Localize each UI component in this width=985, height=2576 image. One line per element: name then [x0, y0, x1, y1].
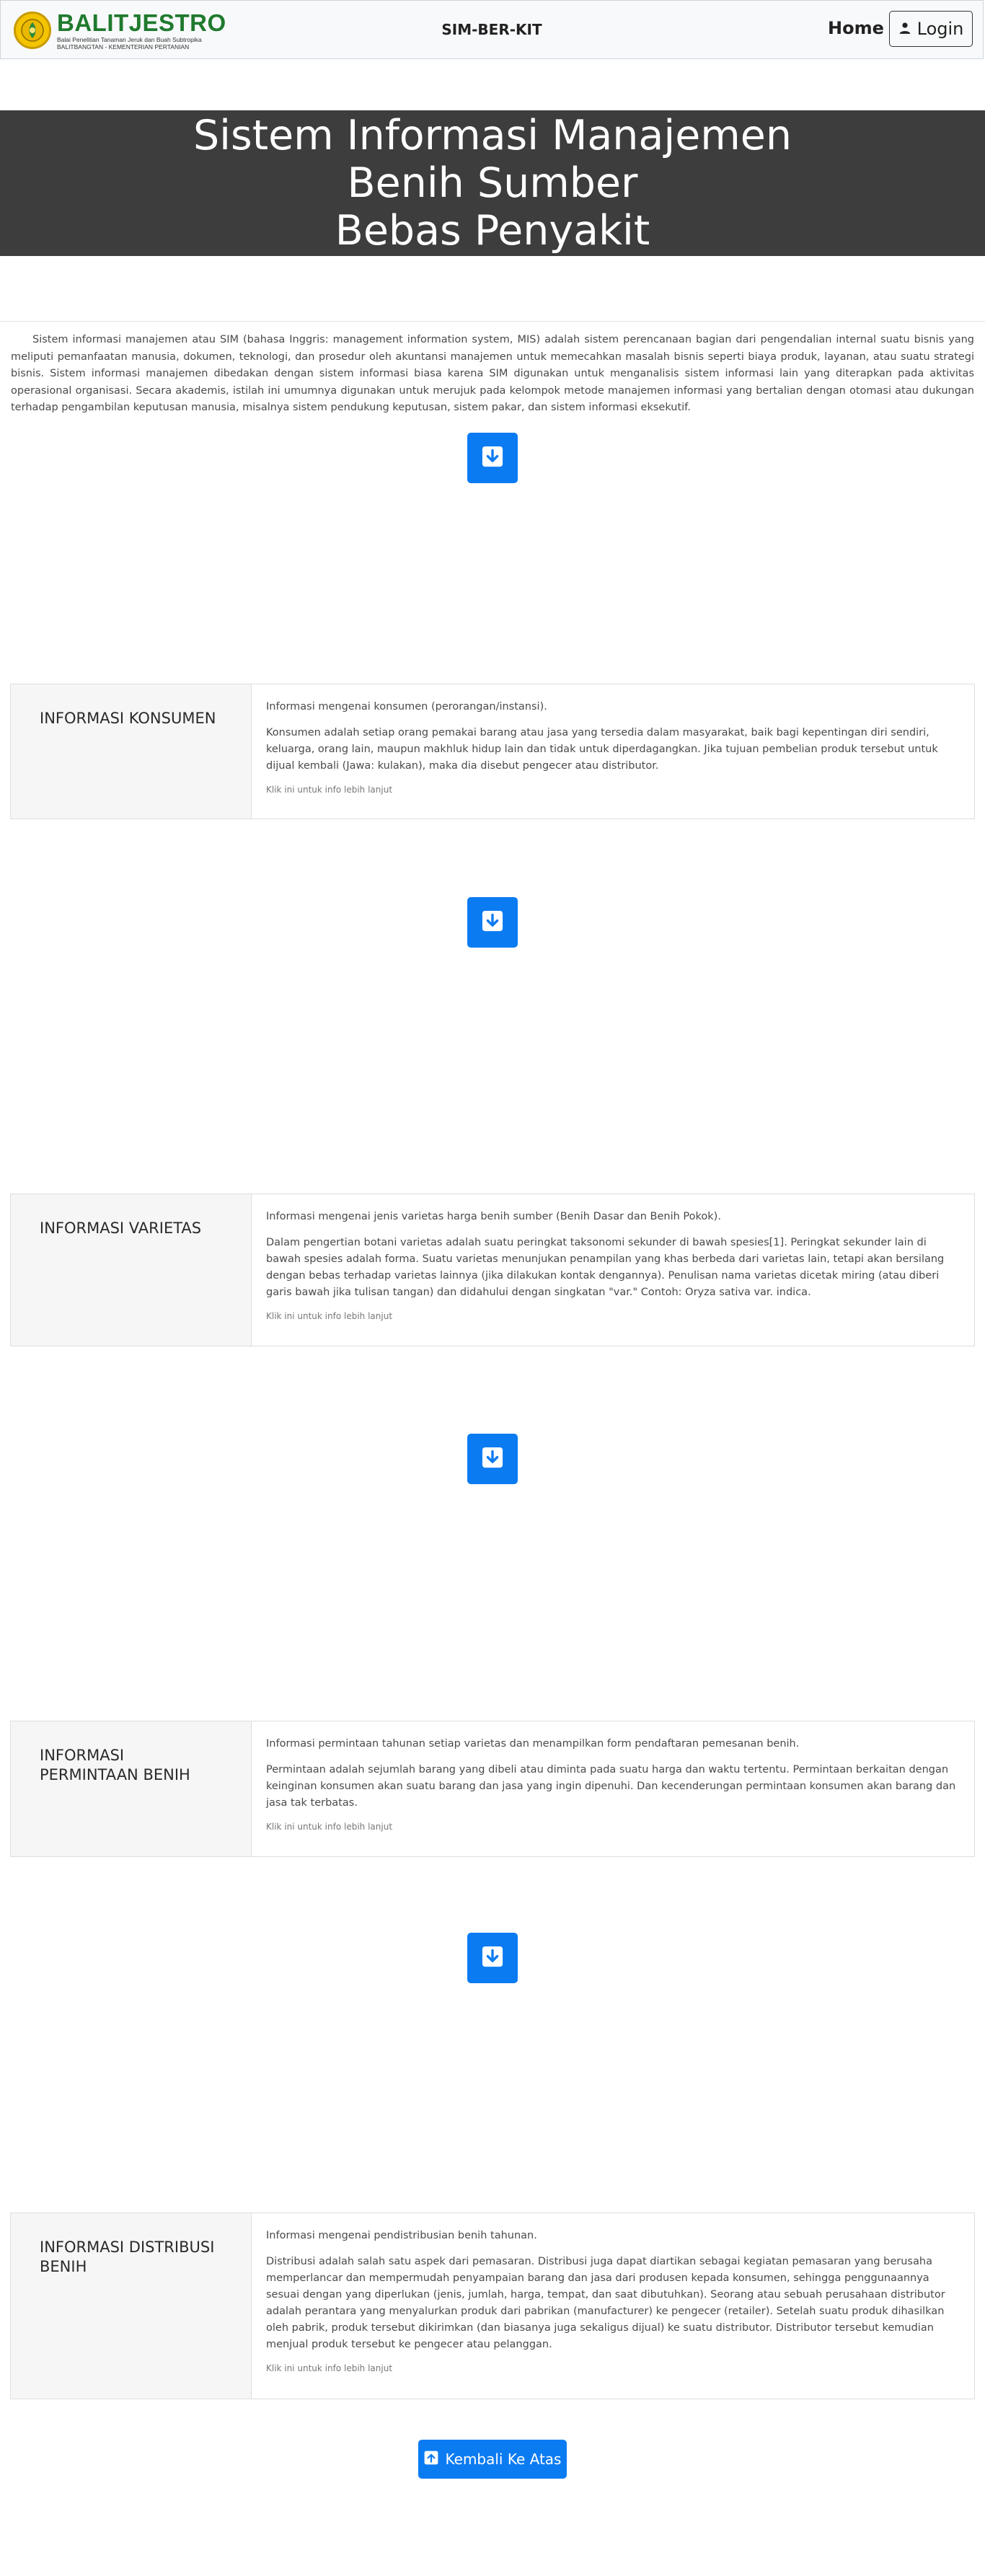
card-konsumen: INFORMASI KONSUMEN Informasi mengenai ko…: [10, 684, 975, 819]
back-to-top-label: Kembali Ke Atas: [445, 2451, 562, 2468]
more-info-link[interactable]: Klik ini untuk info lebih lanjut: [266, 1311, 961, 1321]
arrow-down-square-icon: [482, 1946, 503, 1970]
login-button[interactable]: Login: [889, 11, 973, 47]
hero-title-line-1: Sistem Informasi Manajemen: [193, 112, 792, 159]
card-varietas: INFORMASI VARIETAS Informasi mengenai je…: [10, 1194, 975, 1346]
scroll-down-button[interactable]: [467, 897, 518, 948]
card-text: Konsumen adalah setiap orang pemakai bar…: [266, 727, 938, 772]
scroll-down-button[interactable]: [467, 1434, 518, 1484]
card-text: Distribusi adalah salah satu aspek dari …: [266, 2256, 945, 2350]
card-text: Dalam pengertian botani varietas adalah …: [266, 1237, 945, 1298]
hero-title-line-3: Bebas Penyakit: [335, 207, 650, 255]
person-icon: [898, 19, 911, 39]
arrow-down-square-icon: [482, 446, 503, 470]
hero-title-line-2: Benih Sumber: [347, 159, 638, 207]
more-info-link[interactable]: Klik ini untuk info lebih lanjut: [266, 1822, 961, 1832]
back-to-top-button[interactable]: Kembali Ke Atas: [418, 2440, 567, 2479]
arrow-up-square-icon: [424, 2451, 438, 2469]
card-title: INFORMASI DISTRIBUSI BENIH: [11, 2213, 252, 2399]
scroll-down-button[interactable]: [467, 433, 518, 483]
more-info-link[interactable]: Klik ini untuk info lebih lanjut: [266, 2363, 961, 2373]
card-lead: Informasi mengenai jenis varietas harga …: [266, 1211, 721, 1222]
scroll-down-button[interactable]: [467, 1933, 518, 1983]
login-label: Login: [916, 19, 964, 39]
section-divider: [0, 321, 985, 322]
card-distribusi-benih: INFORMASI DISTRIBUSI BENIH Informasi men…: [10, 2213, 975, 2399]
brand-name[interactable]: SIM-BER-KIT: [441, 21, 542, 38]
logo-subtitle-2: BALITBANGTAN - KEMENTERIAN PERTANIAN: [57, 43, 190, 50]
card-permintaan-benih: INFORMASI PERMINTAAN BENIH Informasi per…: [10, 1721, 975, 1857]
more-info-link[interactable]: Klik ini untuk info lebih lanjut: [266, 785, 961, 795]
arrow-down-square-icon: [482, 910, 503, 935]
card-title: INFORMASI PERMINTAAN BENIH: [11, 1721, 252, 1856]
card-text: Permintaan adalah sejumlah barang yang d…: [266, 1764, 956, 1809]
card-lead: Informasi mengenai pendistribusian benih…: [266, 2230, 537, 2241]
arrow-down-square-icon: [482, 1447, 503, 1471]
intro-paragraph: Sistem informasi manajemen atau SIM (bah…: [11, 334, 974, 413]
card-title: INFORMASI VARIETAS: [11, 1194, 252, 1346]
card-title: INFORMASI KONSUMEN: [11, 684, 252, 819]
card-lead: Informasi mengenai konsumen (perorangan/…: [266, 701, 547, 713]
nav-home-link[interactable]: Home: [828, 18, 884, 38]
hero-title: Sistem Informasi Manajemen Benih Sumber …: [168, 112, 817, 255]
hero-banner: Sistem Informasi Manajemen Benih Sumber …: [0, 110, 985, 256]
card-lead: Informasi permintaan tahunan setiap vari…: [266, 1738, 800, 1750]
navbar: BALITJESTRO Balai Penelitian Tanaman Jer…: [0, 0, 984, 59]
